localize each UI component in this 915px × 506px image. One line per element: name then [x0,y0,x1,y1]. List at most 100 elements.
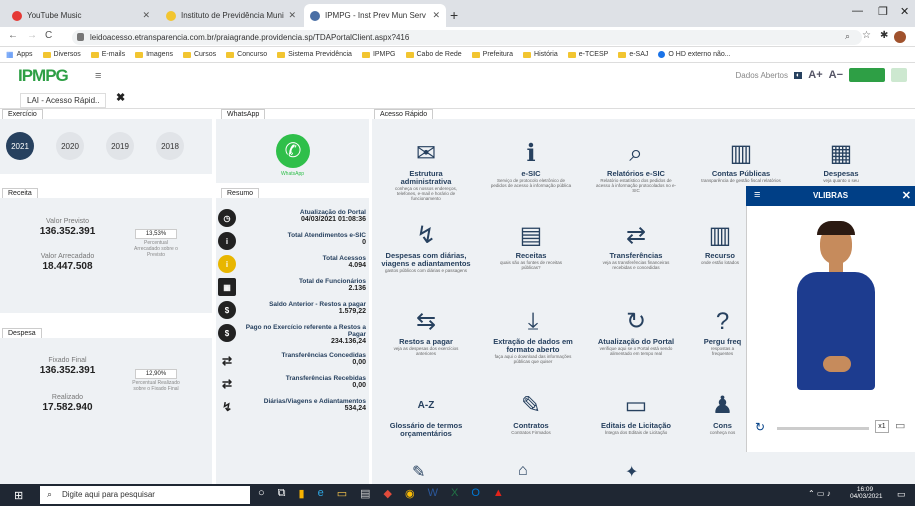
browser-tab[interactable]: Instituto de Previdência Municip ✕ [160,4,302,27]
tile-despesas[interactable]: ▦ Despesas veja quanto o seu [800,140,882,183]
tile-contratos[interactable]: ✎ Contratos Contratos Firmados [490,392,572,435]
tile-extracao-dados[interactable]: ⤓ Extração de dados em formato aberto faça… [487,308,579,364]
route-icon: ↯ [221,400,233,414]
year-button[interactable]: 2019 [106,132,134,160]
hamburger-menu-icon[interactable]: ≡ [95,70,101,82]
bookmark-item[interactable]: IPMPG [361,51,396,58]
tile-atualizacao-portal[interactable]: ↻ Atualização do Portal verifique aqui se … [595,308,677,356]
store-icon[interactable]: ▤ [360,487,370,500]
media-icon[interactable]: ◆ [384,487,392,500]
tile-subtitle: veja quanto o seu [823,178,859,183]
tile-perguntas[interactable]: ? Pergu freq respostas a frequentes [700,308,745,356]
browser-tab-active[interactable]: IPMPG - Inst Prev Mun Serv Públ ✕ [304,4,446,27]
year-button[interactable]: 2021 [6,132,34,160]
close-icon[interactable]: ✕ [902,189,911,202]
close-icon[interactable]: ✕ [288,10,296,21]
outlook-icon[interactable]: O [471,487,480,500]
font-increase-button[interactable]: A+ [808,69,822,81]
explorer-icon[interactable]: ▭ [337,487,347,500]
close-icon[interactable]: ✕ [142,10,150,21]
minimize-icon[interactable]: — [852,5,863,17]
tile-recursos[interactable]: ▥ Recurso onde estão lotados [695,222,745,265]
back-icon[interactable]: ← [8,30,18,41]
task-view-icon[interactable]: ⧉ [278,487,286,500]
bookmark-item[interactable]: e-TCESP [567,51,608,58]
site-logo[interactable]: IPMPG [18,66,69,86]
receipt-icon: ▤ [519,222,543,249]
edge-icon[interactable]: e [318,487,324,500]
page-tab[interactable]: LAI - Acesso Rápid.. [20,93,107,108]
taskbar-search-input[interactable]: Digite aqui para pesquisar [40,486,250,504]
tile-contas-publicas[interactable]: ▥ Contas Públicas transparência de gestão … [700,140,782,183]
cortana-icon[interactable]: ○ [258,487,265,500]
close-tab-icon[interactable]: ✖ [116,91,125,104]
bookmark-item[interactable]: Imagens [135,51,173,58]
time: 16:09 [856,486,874,493]
excel-icon[interactable]: X [451,487,458,500]
url-input[interactable]: leidoacesso.etransparencia.com.br/praiag… [72,30,862,45]
maximize-icon[interactable]: ❐ [878,5,888,18]
route-icon: ↯ [415,222,437,249]
speed-button[interactable]: x1 [875,420,889,433]
site-favicon-icon [166,10,176,21]
close-window-icon[interactable]: ✕ [900,5,909,18]
font-decrease-button[interactable]: A− [829,69,843,81]
percent-box: 12,90% [135,369,177,379]
tile-title: Glossário de termos orçamentários [389,421,463,438]
acrobat-icon[interactable]: ▲ [493,487,504,500]
zoom-icon[interactable]: ⌕ [845,31,850,42]
bookmark-item[interactable]: O HD externo não... [658,51,731,58]
tile-diarias[interactable]: ↯ Despesas com diárias, viagens e adianta… [380,222,472,273]
info-icon: i [218,255,236,273]
contrast-icon[interactable]: ◐ [794,71,803,79]
chrome-icon[interactable]: ◉ [405,487,415,500]
clock-icon: ◷ [218,209,236,227]
powerbi-icon[interactable]: ▮ [299,487,305,500]
star-icon[interactable]: ☆ [862,30,871,41]
tray-icons[interactable]: ⌃ ▭ ♪ [808,489,831,498]
tile-editais[interactable]: ▭ Editais de Licitação Íntegra dos Editais… [595,392,677,435]
dados-abertos-link[interactable]: Dados Abertos [736,71,788,80]
notification-icon[interactable]: ▭ [897,489,906,500]
bookmark-item[interactable]: E-mails [90,51,125,58]
bookmark-item[interactable]: Prefeitura [471,51,513,58]
tile-relatorios-esic[interactable]: ⌕ Relatórios e-SIC Relatório estatístico d… [595,140,677,193]
browser-tab[interactable]: YouTube Music ✕ [6,4,156,27]
bookmark-item[interactable]: Diversos [42,51,81,58]
row-value: 0,00 [352,359,366,366]
tile-receitas[interactable]: ▤ Receitas quais são as fontes de receitas… [490,222,572,270]
bookmark-item[interactable]: e-SAJ [618,51,648,58]
bookmark-item[interactable]: Sistema Previdência [277,51,352,58]
chart-search-icon: ⌕ [629,140,643,167]
replay-icon[interactable]: ↻ [755,420,765,434]
bookmark-item[interactable]: Concurso [226,51,267,58]
resumo-row: ▦ Total de Funcionários 2.136 [218,278,368,296]
extension-icon[interactable]: ✱ [880,30,888,41]
tile-glossario[interactable]: A-Z Glossário de termos orçamentários [385,392,467,438]
bookmark-item[interactable]: Cabo de Rede [405,51,462,58]
reload-icon[interactable]: C [45,30,52,41]
bookmark-apps[interactable]: ▦ Apps [6,50,33,59]
close-icon[interactable]: ✕ [432,10,440,21]
tile-consultas[interactable]: ♟ Cons conheça nos [700,392,745,435]
tile-esic[interactable]: ℹ e-SIC Serviço de protocolo eletrônico de… [490,140,572,188]
progress-track[interactable] [777,427,869,430]
bookmark-item[interactable]: Cursos [182,51,216,58]
subtitle-icon[interactable]: ▭ [895,419,905,432]
new-tab-icon[interactable]: + [450,7,458,23]
windows-start-icon[interactable]: ⊞ [14,489,23,502]
vlibras-body: ↻ x1 ▭ [746,206,915,452]
avatar[interactable] [894,31,906,43]
year-button[interactable]: 2020 [56,132,84,160]
bookmark-label: O HD externo não... [668,51,731,58]
tile-estrutura[interactable]: ✉ Estrutura administrativa conheça os noss… [385,140,467,201]
word-icon[interactable]: W [428,487,438,500]
row-title: Pago no Exercício referente a Restos a P… [245,324,366,338]
tile-restos-pagar[interactable]: ⇆ Restos a pagar veja as despesas dos exer… [385,308,467,356]
clock[interactable]: 16:09 04/03/2021 [850,486,883,500]
whatsapp-icon[interactable]: ✆ [276,134,310,168]
bookmark-item[interactable]: História [523,51,558,58]
year-button[interactable]: 2018 [156,132,184,160]
tile-transferencias[interactable]: ⇄ Transferências veja as transferências fi… [595,222,677,270]
partner-logo [891,68,907,82]
